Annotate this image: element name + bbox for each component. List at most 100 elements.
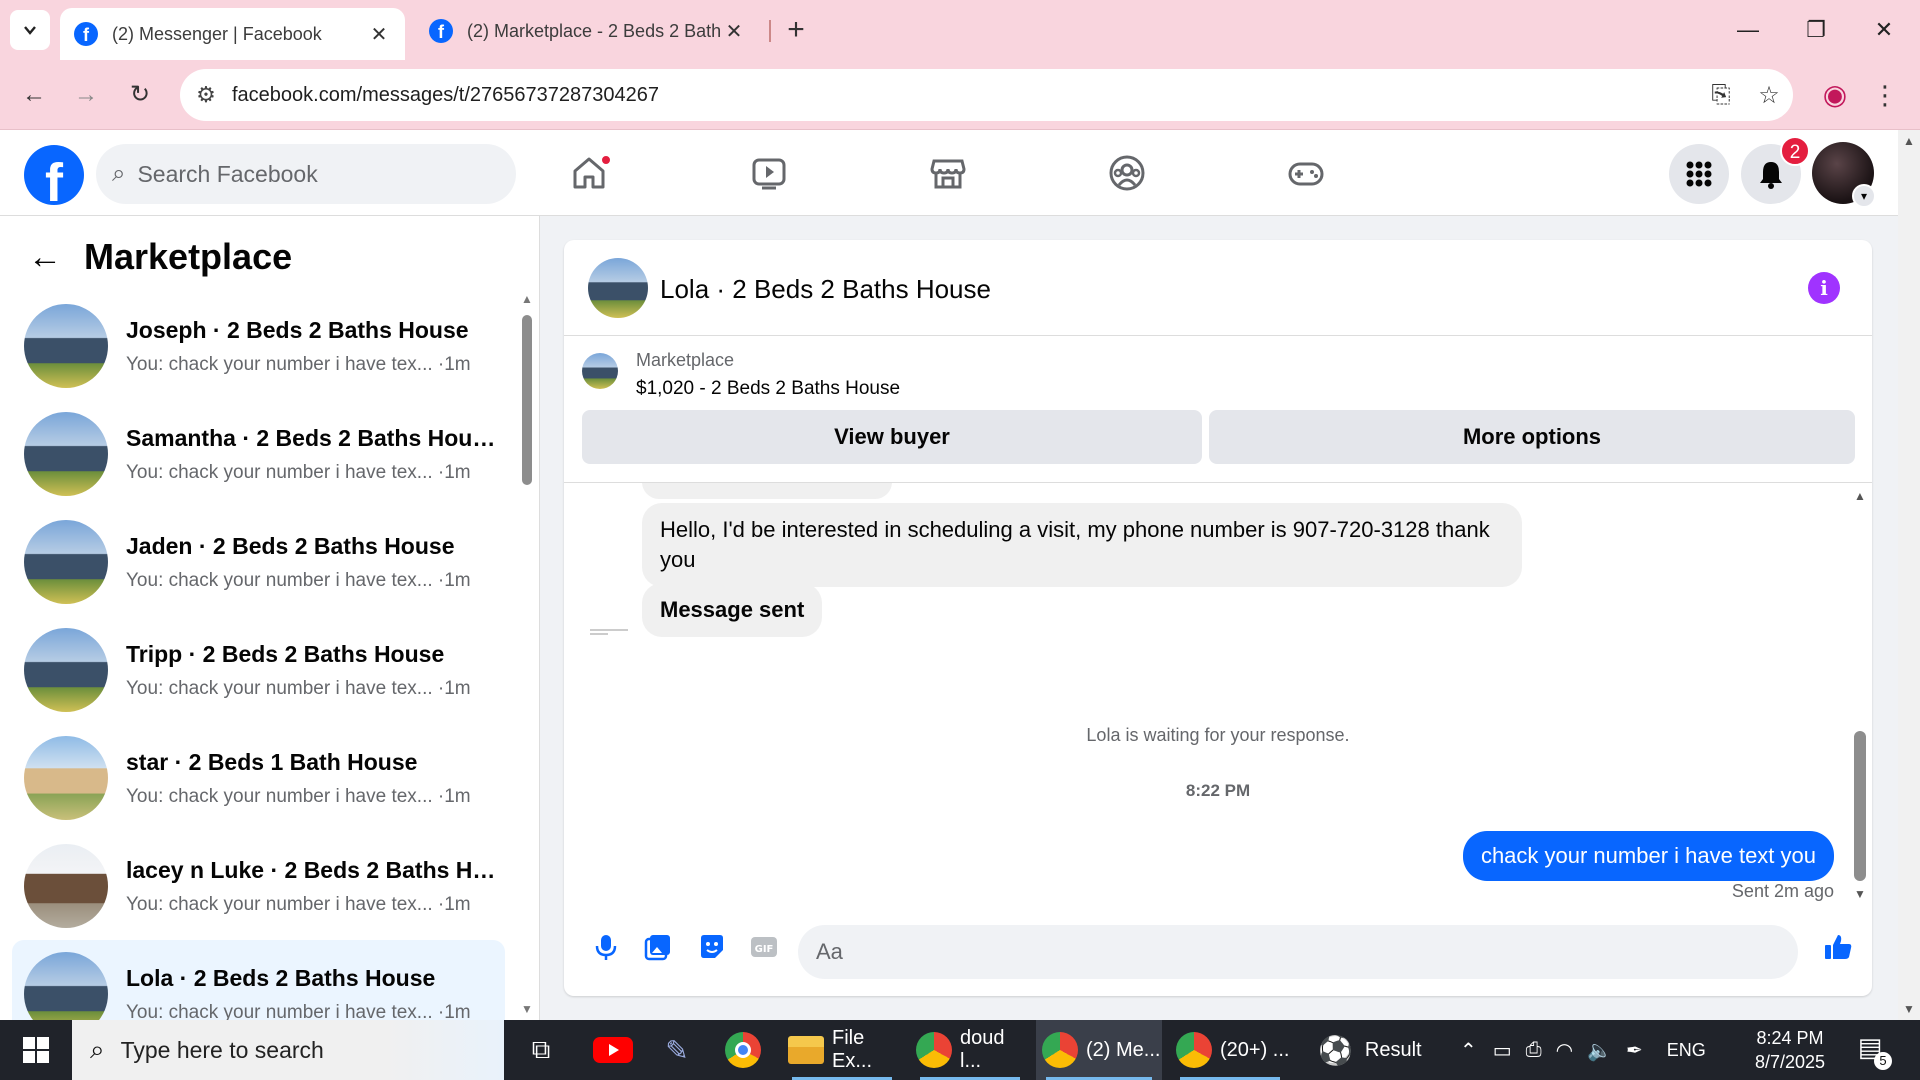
conversation-name: Jaden · 2 Beds 2 Baths House	[126, 532, 455, 559]
meet-now-icon[interactable]: ⎙	[1526, 1039, 1542, 1062]
page-scrollbar[interactable]: ▲ ▼	[1898, 130, 1920, 1020]
nav-gaming[interactable]	[1251, 140, 1361, 206]
taskbar-file-explorer[interactable]: File Ex...	[782, 1020, 902, 1080]
scroll-down-arrow-icon[interactable]: ▼	[521, 1002, 533, 1016]
facebook-search[interactable]: ⌕	[96, 144, 516, 204]
task-view-button[interactable]: ⧉	[516, 1020, 566, 1080]
start-button[interactable]	[0, 1020, 72, 1080]
message-scrollbar[interactable]	[1854, 731, 1866, 881]
facebook-header: f ⌕ 2 ▾	[0, 130, 1898, 216]
taskbar-weather-widget[interactable]: ⚽ Result	[1318, 1020, 1448, 1080]
thumbs-up-icon[interactable]	[1820, 929, 1856, 965]
microphone-icon[interactable]	[588, 929, 624, 965]
tab-messenger[interactable]: f (2) Messenger | Facebook ✕	[60, 8, 405, 60]
system-tray: ⌃ ▭ ⎙ ◠ 🔈 ✒ ENG	[1460, 1020, 1706, 1080]
chat-avatar[interactable]	[588, 258, 648, 318]
volume-icon[interactable]: 🔈	[1587, 1038, 1612, 1063]
conversation-item[interactable]: Samantha · 2 Beds 2 Baths House You: cha…	[12, 400, 505, 508]
scroll-down-arrow-icon[interactable]: ▼	[1903, 1002, 1915, 1016]
video-icon	[752, 158, 786, 190]
chat-title[interactable]: Lola · 2 Beds 2 Baths House	[660, 274, 991, 305]
chevron-down-icon	[24, 26, 36, 35]
tab-title: (2) Messenger | Facebook	[112, 23, 322, 44]
taskbar-clock[interactable]: 8:24 PM 8/7/2025	[1735, 1026, 1845, 1074]
conversation-name: lacey n Luke · 2 Beds 2 Baths Ho...	[126, 856, 496, 883]
close-tab-icon[interactable]: ✕	[722, 19, 746, 44]
close-tab-icon[interactable]: ✕	[367, 22, 391, 47]
reload-button[interactable]: ↻	[120, 75, 160, 115]
back-arrow-icon[interactable]: ←	[28, 238, 62, 277]
photo-icon[interactable]	[640, 929, 676, 965]
url-text[interactable]: facebook.com/messages/t/2765673728730426…	[232, 84, 1697, 107]
taskbar-chrome-window-active[interactable]: (2) Me...	[1036, 1020, 1162, 1080]
restore-button[interactable]: ❐	[1792, 10, 1840, 50]
listing-thumbnail[interactable]	[582, 353, 618, 389]
nav-home[interactable]	[534, 140, 644, 206]
sidebar-scrollbar[interactable]	[522, 315, 532, 485]
facebook-favicon-icon: f	[74, 22, 98, 46]
browser-menu-icon[interactable]: ⋮	[1865, 75, 1905, 115]
forward-button[interactable]: →	[66, 75, 106, 115]
address-bar[interactable]: ⚙ facebook.com/messages/t/27656737287304…	[180, 69, 1793, 121]
conversation-item[interactable]: lacey n Luke · 2 Beds 2 Baths Ho... You:…	[12, 832, 505, 940]
nav-video[interactable]	[714, 140, 824, 206]
pen-icon[interactable]: ✒	[1626, 1038, 1643, 1063]
conversation-item[interactable]: Tripp · 2 Beds 2 Baths House You: chack …	[12, 616, 505, 724]
conversation-item[interactable]: Joseph · 2 Beds 2 Baths House You: chack…	[12, 292, 505, 400]
taskbar-youtube[interactable]	[588, 1020, 638, 1080]
message-thread: Hello, I'd be interested in scheduling a…	[564, 483, 1872, 903]
conversation-item-selected[interactable]: Lola · 2 Beds 2 Baths House You: chack y…	[12, 940, 505, 1020]
incoming-message: Message sent	[642, 583, 823, 637]
back-button[interactable]: ←	[14, 75, 54, 115]
gif-icon[interactable]: GIF	[746, 929, 782, 965]
profile-icon[interactable]: ◉	[1815, 75, 1855, 115]
more-options-button[interactable]: More options	[1209, 410, 1855, 464]
listing-price-title[interactable]: $1,020 - 2 Beds 2 Baths House	[636, 378, 900, 400]
battery-icon[interactable]: ▭	[1493, 1038, 1512, 1063]
taskbar-chrome-window[interactable]: (20+) ...	[1170, 1020, 1290, 1080]
outgoing-message: chack your number i have text you	[1462, 831, 1834, 881]
close-window-button[interactable]: ✕	[1860, 10, 1908, 50]
nav-groups[interactable]	[1072, 140, 1182, 206]
message-input[interactable]	[816, 935, 1716, 969]
sticker-icon[interactable]	[694, 929, 730, 965]
scroll-down-arrow-icon[interactable]: ▼	[1854, 887, 1866, 901]
taskbar-chrome-window[interactable]: doud l...	[910, 1020, 1030, 1080]
scroll-up-arrow-icon[interactable]: ▲	[1903, 134, 1915, 148]
conversation-item[interactable]: star · 2 Beds 1 Bath House You: chack yo…	[12, 724, 505, 832]
view-buyer-button[interactable]: View buyer	[582, 410, 1202, 464]
conversation-name: Lola · 2 Beds 2 Baths House	[126, 964, 436, 991]
conversation-preview: You: chack your number i have tex... ·1m	[126, 1001, 471, 1021]
notification-center-icon[interactable]: ▤ 5	[1852, 1032, 1892, 1070]
taskbar-search[interactable]: ⌕	[72, 1020, 504, 1080]
tab-search-button[interactable]	[10, 10, 50, 50]
chevron-down-icon[interactable]: ▾	[1852, 184, 1876, 208]
notification-badge: 2	[1780, 136, 1810, 166]
conversation-name: Samantha · 2 Beds 2 Baths House	[126, 424, 496, 451]
conversation-name: Tripp · 2 Beds 2 Baths House	[126, 640, 445, 667]
facebook-logo-icon[interactable]: f	[24, 145, 84, 205]
taskbar-chrome[interactable]	[718, 1020, 768, 1080]
widget-label: Result	[1364, 1038, 1422, 1061]
taskbar-paint[interactable]: ✎	[652, 1020, 702, 1080]
tab-title: (2) Marketplace - 2 Beds 2 Bath	[467, 20, 722, 41]
conversation-item[interactable]: Jaden · 2 Beds 2 Baths House You: chack …	[12, 508, 505, 616]
chevron-up-icon[interactable]: ⌃	[1460, 1038, 1477, 1063]
language-indicator[interactable]: ENG	[1667, 1040, 1706, 1061]
scroll-up-arrow-icon[interactable]: ▲	[521, 292, 533, 306]
scroll-up-arrow-icon[interactable]: ▲	[1854, 489, 1866, 503]
install-app-icon[interactable]: ⎘	[1697, 81, 1745, 109]
minimize-button[interactable]: —	[1724, 10, 1772, 50]
menu-button[interactable]	[1669, 144, 1729, 204]
info-icon[interactable]: i	[1808, 272, 1840, 304]
wifi-icon[interactable]: ◠	[1556, 1038, 1573, 1063]
facebook-search-input[interactable]	[137, 160, 438, 188]
new-tab-button[interactable]: +	[780, 12, 812, 48]
soccer-ball-icon: ⚽	[1318, 1034, 1353, 1066]
nav-marketplace[interactable]	[893, 140, 1003, 206]
taskbar-search-input[interactable]	[120, 1036, 371, 1064]
site-settings-icon[interactable]: ⚙	[180, 82, 232, 108]
tab-marketplace[interactable]: f (2) Marketplace - 2 Beds 2 Bath ✕	[415, 8, 760, 54]
bookmark-star-icon[interactable]: ☆	[1745, 81, 1793, 110]
chrome-icon	[1042, 1032, 1078, 1068]
